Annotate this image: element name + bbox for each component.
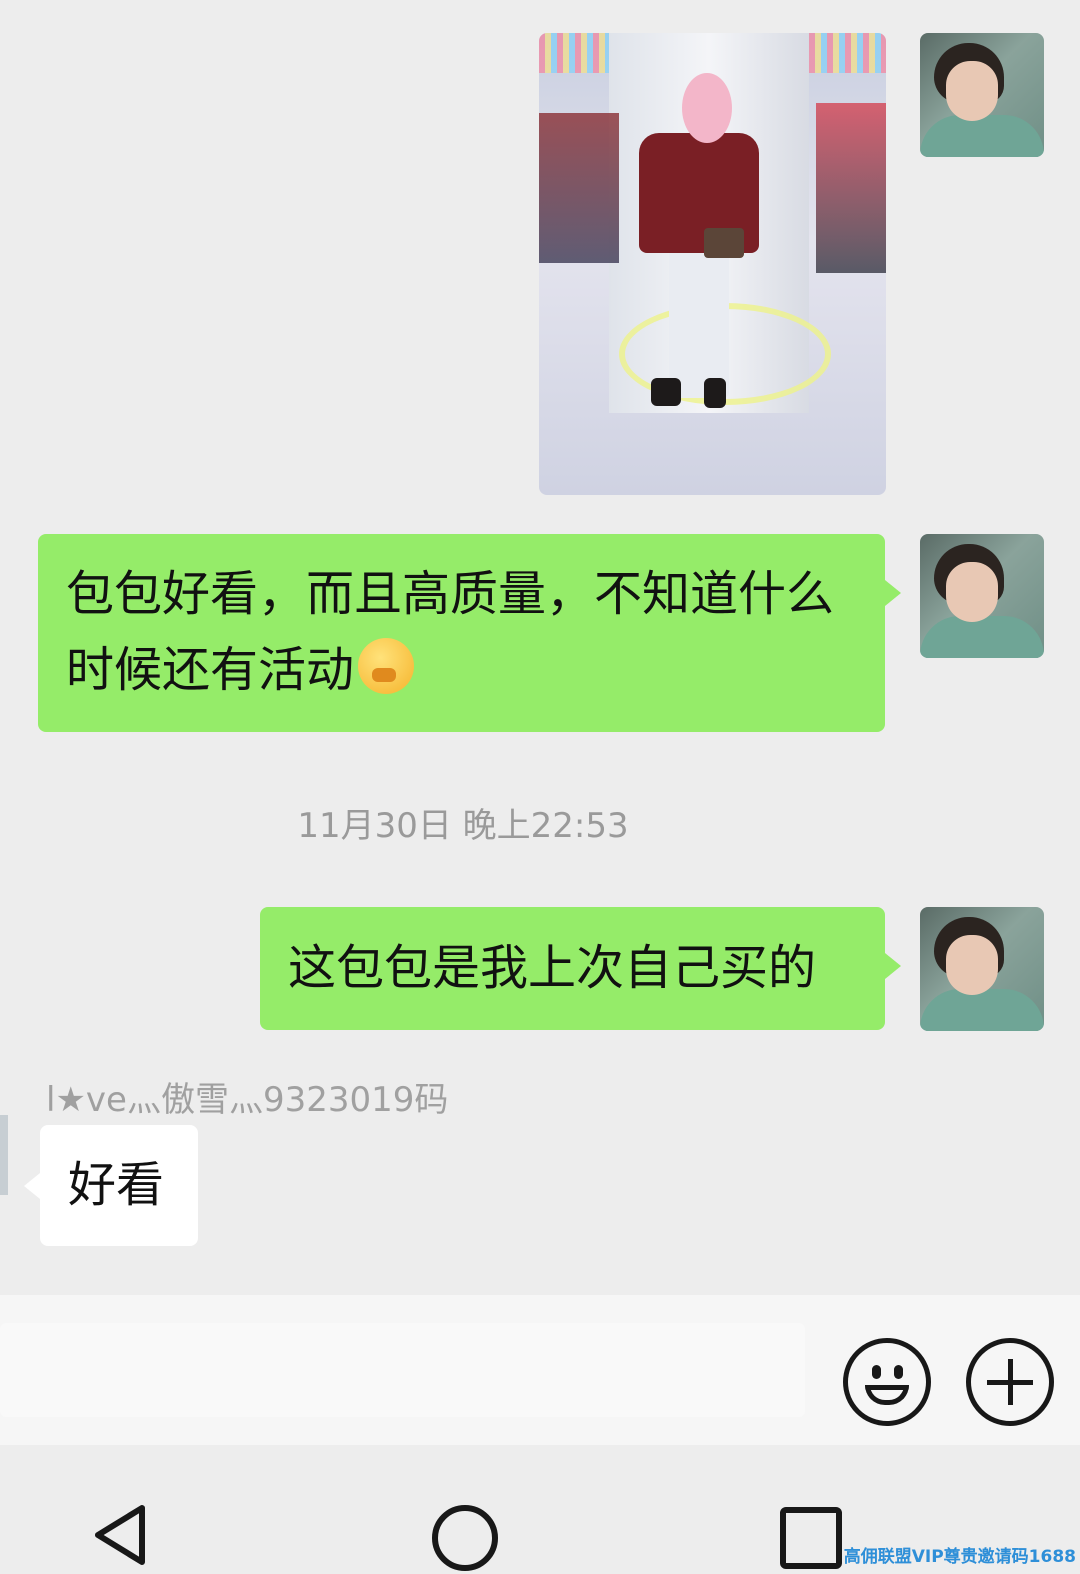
image-message[interactable] <box>539 33 886 495</box>
nav-recent-button[interactable] <box>780 1507 842 1569</box>
photo-person-bag <box>704 228 744 258</box>
avatar-body <box>920 616 1044 658</box>
photo-person-boot <box>704 378 726 408</box>
message-text: 好看 <box>68 1157 165 1213</box>
avatar-face <box>946 562 998 622</box>
plus-circle-icon <box>1008 1359 1013 1405</box>
outgoing-message-bubble[interactable]: 包包好看，而且高质量，不知道什么时候还有活动 <box>38 534 901 732</box>
incoming-message-bubble[interactable]: 好看 <box>24 1125 198 1246</box>
avatar-body <box>920 115 1044 157</box>
nav-back-button[interactable] <box>90 1500 152 1574</box>
photo-person-boot <box>651 378 681 406</box>
thinking-emoji-icon <box>358 638 415 694</box>
smiley-icon <box>865 1385 909 1405</box>
system-nav-bar: 高佣联盟VIP尊贵邀请码1688 <box>0 1445 1080 1571</box>
avatar-face <box>946 935 998 995</box>
more-button[interactable] <box>966 1338 1054 1426</box>
photo-person-legs <box>669 248 729 398</box>
smiley-icon <box>894 1365 903 1379</box>
avatar-face <box>946 61 998 121</box>
my-avatar[interactable] <box>920 534 1044 658</box>
my-avatar[interactable] <box>920 33 1044 157</box>
outgoing-message-bubble[interactable]: 这包包是我上次自己买的 <box>260 907 901 1030</box>
photo-person-sticker-face <box>682 73 732 143</box>
message-input[interactable] <box>0 1323 805 1417</box>
message-text: 这包包是我上次自己买的 <box>288 940 817 996</box>
watermark-text: 高佣联盟VIP尊贵邀请码1688 <box>843 1547 1076 1567</box>
my-avatar[interactable] <box>920 907 1044 1031</box>
emoji-button[interactable] <box>843 1338 931 1426</box>
message-text: 包包好看，而且高质量，不知道什么时候还有活动 <box>66 566 835 698</box>
sender-name: l★ve灬傲雪灬9323019码 <box>46 1080 449 1120</box>
avatar-body <box>920 989 1044 1031</box>
message-timestamp: 11月30日 晚上22:53 <box>297 806 629 846</box>
photo-crowd-right <box>816 103 886 273</box>
contact-avatar[interactable] <box>0 1115 8 1195</box>
chat-area[interactable]: 包包好看，而且高质量，不知道什么时候还有活动 11月30日 晚上22:53 这包… <box>0 0 1080 1295</box>
photo-crowd-left <box>539 113 619 263</box>
nav-home-button[interactable] <box>432 1505 498 1571</box>
triangle-back-icon <box>95 1505 145 1565</box>
smiley-icon <box>872 1365 881 1379</box>
input-bar <box>0 1295 1080 1445</box>
